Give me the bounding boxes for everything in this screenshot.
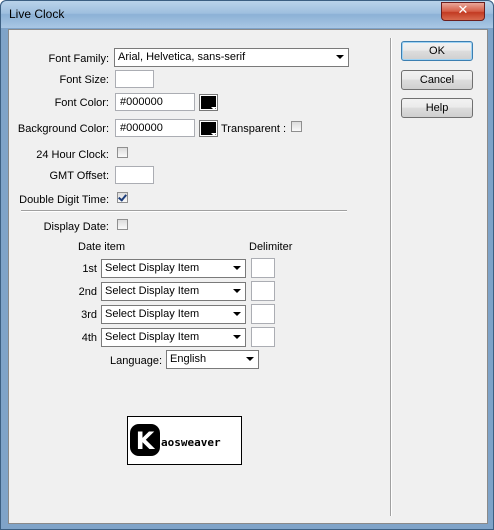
delimiter-input[interactable] [251, 304, 275, 324]
gmt-offset-label: GMT Offset: [49, 170, 110, 182]
chevron-down-icon [336, 55, 344, 59]
date-item-select[interactable]: Select Display Item [101, 282, 246, 301]
double-digit-checkbox[interactable] [117, 192, 128, 203]
logo-text: aosweaver [161, 436, 221, 449]
delimiter-input[interactable] [251, 258, 275, 278]
chevron-down-icon [233, 312, 241, 316]
date-item-value: Select Display Item [105, 262, 200, 274]
transparent-checkbox[interactable] [291, 121, 302, 132]
date-item-select[interactable]: Select Display Item [101, 305, 246, 324]
title-bar[interactable]: Live Clock ✕ [1, 1, 493, 28]
hour24-checkbox[interactable] [117, 147, 128, 158]
language-value: English [170, 353, 207, 365]
date-item-value: Select Display Item [105, 308, 200, 320]
color-picker-arrow-icon [211, 133, 217, 136]
logo-graphic: K aosweaver [130, 424, 221, 456]
dialog-window: Live Clock ✕ Font Family: Arial, Helveti… [0, 0, 494, 530]
date-row-label: 3rd [81, 309, 97, 321]
date-item-value: Select Display Item [105, 331, 200, 343]
color-picker-arrow-icon [211, 107, 217, 110]
date-item-header: Date item [78, 241, 126, 253]
date-row-label: 4th [81, 332, 97, 344]
background-color-label: Background Color: [17, 123, 109, 135]
logo-letter: K [136, 427, 156, 455]
date-row-label: 2nd [78, 286, 97, 298]
font-color-label: Font Color: [54, 97, 109, 109]
transparent-label: Transparent : [221, 123, 287, 135]
font-family-select[interactable]: Arial, Helvetica, sans-serif [114, 48, 349, 67]
close-button[interactable]: ✕ [441, 2, 485, 21]
vertical-divider [390, 38, 392, 516]
font-size-input[interactable] [115, 70, 154, 88]
chevron-down-icon [233, 335, 241, 339]
display-date-label: Display Date: [43, 221, 109, 233]
font-size-label: Font Size: [59, 74, 109, 86]
language-select[interactable]: English [166, 350, 259, 369]
close-icon: ✕ [457, 3, 469, 18]
cancel-button[interactable]: Cancel [401, 70, 473, 90]
window-title: Live Clock [9, 7, 65, 21]
date-item-select[interactable]: Select Display Item [101, 328, 246, 347]
date-item-value: Select Display Item [105, 285, 200, 297]
dialog-body: Font Family: Arial, Helvetica, sans-seri… [8, 29, 488, 524]
font-family-value: Arial, Helvetica, sans-serif [118, 51, 246, 63]
gmt-offset-input[interactable] [115, 166, 154, 184]
chevron-down-icon [233, 289, 241, 293]
display-date-checkbox[interactable] [117, 219, 128, 230]
help-button[interactable]: Help [401, 98, 473, 118]
double-digit-label: Double Digit Time: [19, 194, 109, 206]
language-label: Language: [110, 355, 162, 367]
ok-button[interactable]: OK [401, 41, 473, 61]
section-divider [21, 210, 347, 212]
date-row-label: 1st [82, 263, 97, 275]
delimiter-header: Delimiter [249, 241, 293, 253]
kaosweaver-logo: K aosweaver [127, 416, 242, 465]
hour24-label: 24 Hour Clock: [36, 149, 109, 161]
font-color-input[interactable]: #000000 [115, 93, 195, 111]
background-color-picker[interactable] [199, 120, 218, 137]
chevron-down-icon [246, 357, 254, 361]
chevron-down-icon [233, 266, 241, 270]
delimiter-input[interactable] [251, 281, 275, 301]
date-item-select[interactable]: Select Display Item [101, 259, 246, 278]
font-family-label: Font Family: [48, 53, 109, 65]
font-color-picker[interactable] [199, 94, 218, 111]
background-color-input[interactable]: #000000 [115, 119, 195, 137]
delimiter-input[interactable] [251, 327, 275, 347]
